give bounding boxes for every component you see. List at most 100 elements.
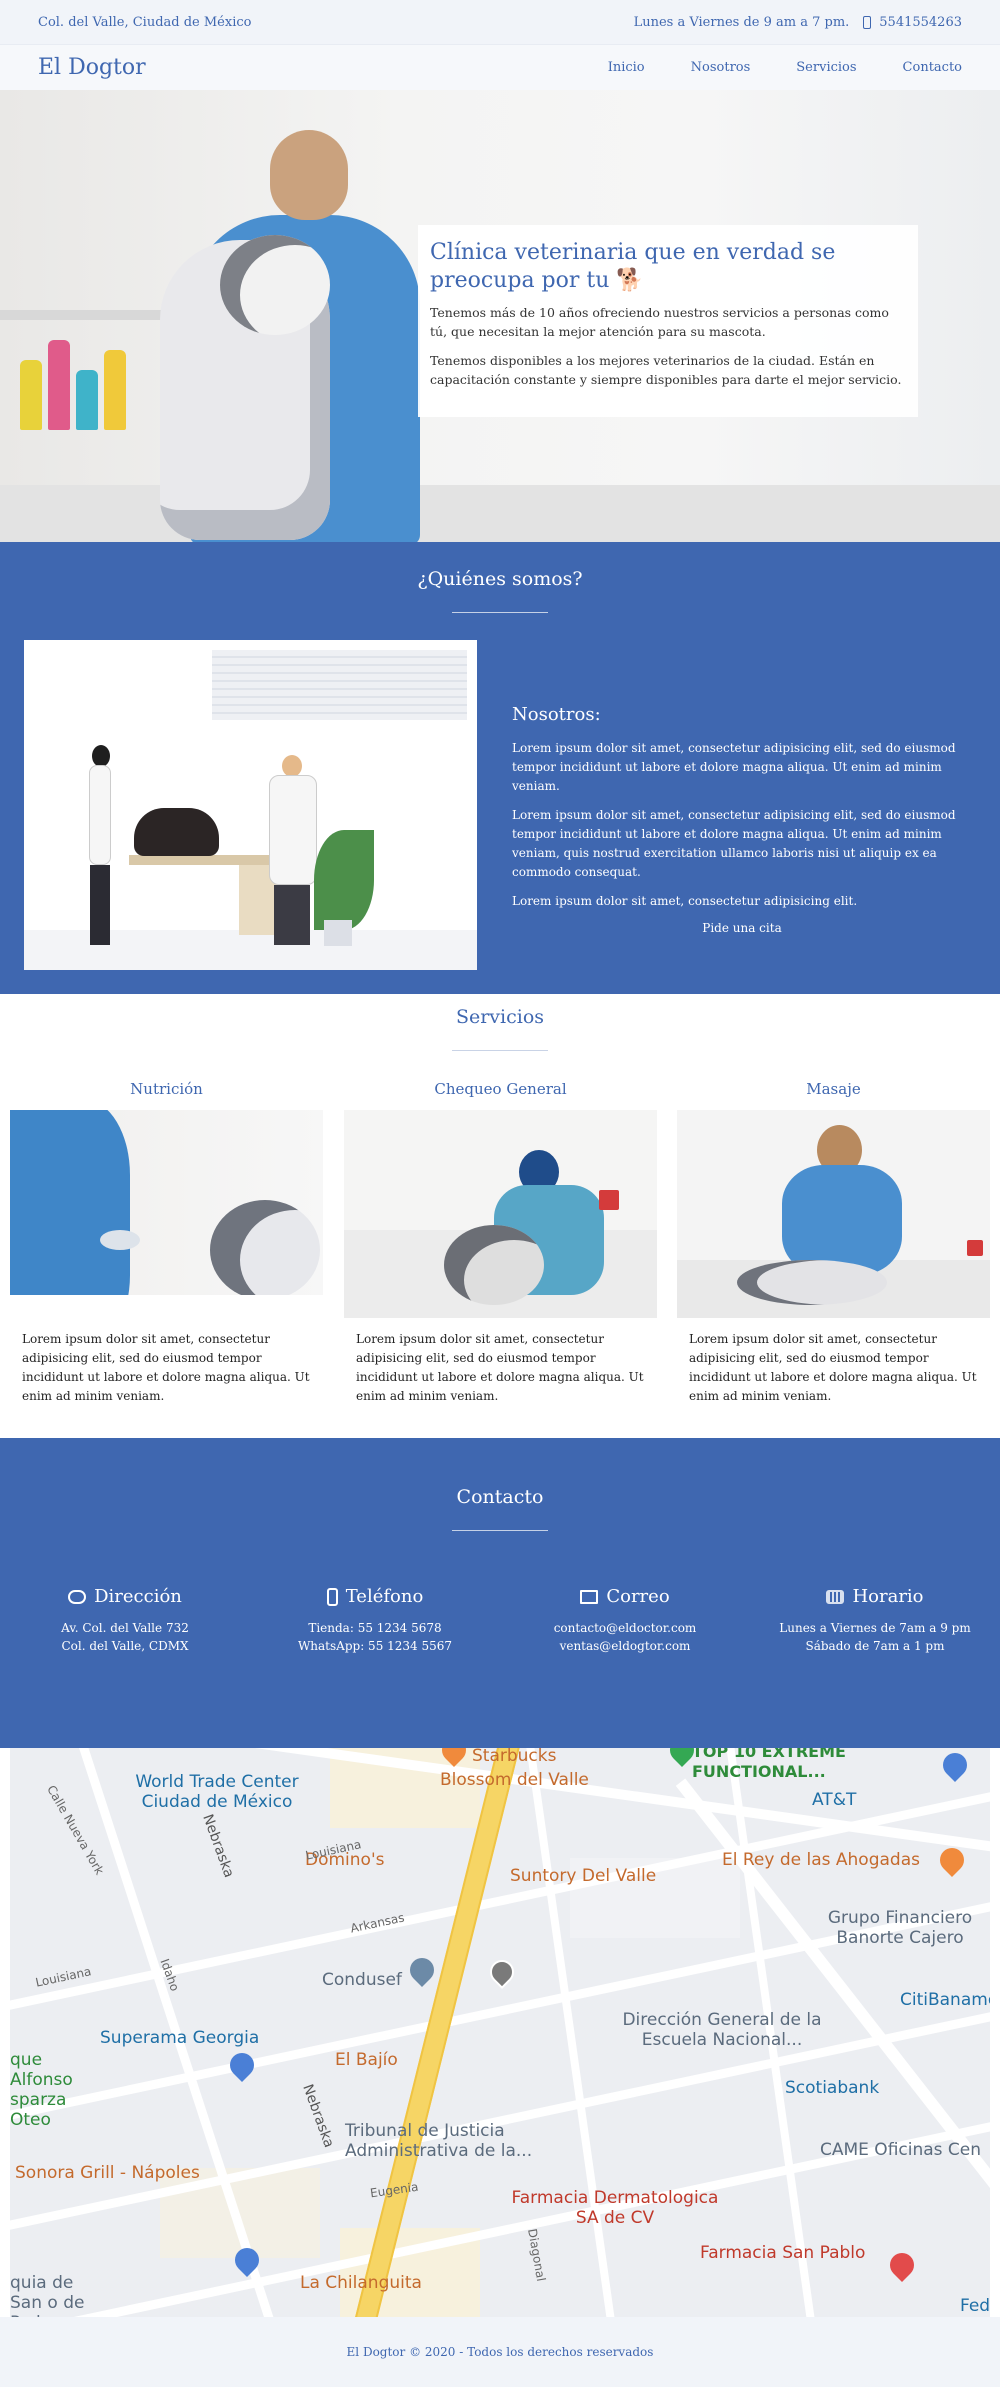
service-card-nutricion: Nutrición Lorem ipsum dolor sit amet, co… [10,1080,323,1406]
service-title: Masaje [806,1080,861,1098]
map-label-superama[interactable]: Superama Georgia [100,2028,259,2048]
phone-icon [863,15,872,29]
topbar-phone[interactable]: 5541554263 [879,15,962,30]
contact-address: Dirección Av. Col. del Valle 732 Col. de… [0,1586,250,1655]
shopping-pin-icon [938,1748,972,1782]
service-card-chequeo: Chequeo General Lorem ipsum dolor sit am… [344,1080,657,1406]
contact-phone-line-2[interactable]: WhatsApp: 55 1234 5567 [250,1637,500,1655]
map-label-suntory[interactable]: Suntory Del Valle [510,1866,656,1886]
bank-pin-icon [405,1953,439,1987]
contact-phone: Teléfono Tienda: 55 1234 5678 WhatsApp: … [250,1586,500,1655]
contact-email-title: Correo [606,1586,670,1607]
brand-logo[interactable]: El Dogtor [38,55,146,80]
contact-address-line-1: Av. Col. del Valle 732 [61,1621,189,1635]
contact-hours: Horario Lunes a Viernes de 7am a 9 pm Sá… [750,1586,1000,1655]
map-label-starbucks[interactable]: Starbucks [472,1748,556,1766]
hero-title: Clínica veterinaria que en verdad se pre… [430,240,836,293]
service-photo [677,1110,990,1318]
contact-hours-line-2: Sábado de 7am a 1 pm [805,1639,945,1653]
map-label-chilanguita[interactable]: La Chilanguita [300,2273,422,2293]
map-label-rey-ahogadas[interactable]: El Rey de las Ahogadas [722,1850,920,1870]
location-pin-icon[interactable] [485,1955,519,1989]
about-paragraph-2: Lorem ipsum dolor sit amet, consectetur … [512,808,956,879]
contact-phone-line-1[interactable]: Tienda: 55 1234 5678 [250,1619,500,1637]
service-description: Lorem ipsum dolor sit amet, consectetur … [22,1332,310,1403]
nav-item-contacto[interactable]: Contacto [903,60,962,75]
map-label-parque[interactable]: que Alfonso sparza Oteo [10,2050,105,2130]
contact-address-title: Dirección [94,1586,182,1607]
location-map[interactable]: Starbucks Blossom del Valle World Trade … [10,1748,990,2317]
pharmacy-pin-icon [885,2248,919,2282]
map-street-diagonal: Diagonal [525,2227,549,2283]
map-label-sonora-grill[interactable]: Sonora Grill - Nápoles [15,2163,200,2183]
nav-item-servicios[interactable]: Servicios [796,60,856,75]
contact-section: Contacto Dirección Av. Col. del Valle 73… [0,1438,1000,1748]
map-street-nebraska: Nebraska [299,2082,337,2150]
nav-menu: Inicio Nosotros Servicios Contacto [562,60,962,75]
service-title: Chequeo General [434,1080,567,1098]
contact-phone-title: Teléfono [345,1586,424,1607]
map-label-wtc[interactable]: World Trade Center Ciudad de México [122,1772,312,1812]
map-label-fedex[interactable]: FedE [960,2296,990,2316]
map-label-el-bajio[interactable]: El Bajío [335,2050,398,2070]
divider [452,1530,548,1531]
contact-hours-title: Horario [852,1586,924,1607]
map-label-top10[interactable]: TOP 10 EXTREME FUNCTIONAL... [692,1748,892,1782]
about-section: ¿Quiénes somos? Nosotros: Lorem ipsum do… [0,542,1000,994]
hero-paragraph-2: Tenemos disponibles a los mejores veteri… [430,353,902,387]
services-section: Servicios Nutrición Lorem ipsum dolor si… [0,994,1000,1438]
divider [452,1050,548,1051]
calendar-icon [826,1589,845,1604]
nav-item-nosotros[interactable]: Nosotros [691,60,751,75]
about-text: Nosotros: Lorem ipsum dolor sit amet, co… [512,704,972,935]
map-street-nebraska: Nebraska [199,1812,237,1880]
contact-section-title: Contacto [456,1486,544,1508]
bus-icon [68,1589,87,1604]
contact-email-line-2[interactable]: ventas@eldogtor.com [500,1637,750,1655]
services-section-title: Servicios [455,1006,545,1028]
clinic-illustration [24,640,477,970]
map-label-san-antonio[interactable]: quia de San o de Padua [10,2273,110,2317]
map-label-scotiabank[interactable]: Scotiabank [785,2078,879,2098]
footer-text: El Dogtor © 2020 - Todos los derechos re… [346,2345,654,2359]
map-street-arkansas: Arkansas [349,1910,406,1936]
footer: El Dogtor © 2020 - Todos los derechos re… [0,2317,1000,2387]
map-label-att[interactable]: AT&T [812,1790,856,1810]
hero-section: Clínica veterinaria que en verdad se pre… [0,90,1000,542]
topbar-hours: Lunes a Viernes de 9 am a 7 pm. [633,14,850,30]
map-label-condusef[interactable]: Condusef [322,1970,402,1990]
topbar-address: Col. del Valle, Ciudad de México [38,14,252,30]
about-section-title: ¿Quiénes somos? [417,568,583,590]
service-photo [10,1110,323,1318]
map-label-escuela[interactable]: Dirección General de la Escuela Nacional… [622,2010,822,2050]
hero-card: Clínica veterinaria que en verdad se pre… [418,225,918,417]
map-label-farmacia-derma[interactable]: Farmacia Dermatologica SA de CV [500,2188,730,2228]
contact-address-line-2: Col. del Valle, CDMX [61,1639,189,1653]
contact-email-line-1[interactable]: contacto@eldoctor.com [500,1619,750,1637]
map-label-came[interactable]: CAME Oficinas Cen [820,2140,981,2160]
contact-hours-line-1: Lunes a Viernes de 7am a 9 pm [779,1621,971,1635]
service-description: Lorem ipsum dolor sit amet, consectetur … [356,1332,644,1403]
map-label-san-pablo[interactable]: Farmacia San Pablo [700,2243,865,2263]
about-paragraph-1: Lorem ipsum dolor sit amet, consectetur … [512,741,956,793]
nav-item-inicio[interactable]: Inicio [608,60,645,75]
service-title: Nutrición [130,1080,203,1098]
top-bar: Col. del Valle, Ciudad de México Lunes a… [0,0,1000,44]
map-label-tribunal[interactable]: Tribunal de Justicia Administrativa de l… [345,2121,565,2161]
map-label-citibanamex[interactable]: CitiBanamex [900,1990,990,2010]
divider [452,612,548,613]
service-description: Lorem ipsum dolor sit amet, consectetur … [689,1332,977,1403]
mobile-phone-icon [326,1587,338,1606]
shopping-pin-icon [225,2048,259,2082]
appointment-button[interactable]: Pide una cita [512,921,972,935]
hero-paragraph-1: Tenemos más de 10 años ofreciendo nuestr… [430,305,889,339]
main-nav: El Dogtor Inicio Nosotros Servicios Cont… [0,44,1000,90]
envelope-icon [580,1589,599,1604]
service-card-masaje: Masaje Lorem ipsum dolor sit amet, conse… [677,1080,990,1406]
service-photo [344,1110,657,1318]
map-label-banorte[interactable]: Grupo Financiero Banorte Cajero [825,1908,975,1948]
restaurant-pin-icon [935,1843,969,1877]
map-label-blossom[interactable]: Blossom del Valle [440,1770,589,1790]
contact-columns: Dirección Av. Col. del Valle 732 Col. de… [0,1586,1000,1655]
about-heading: Nosotros: [512,704,601,725]
